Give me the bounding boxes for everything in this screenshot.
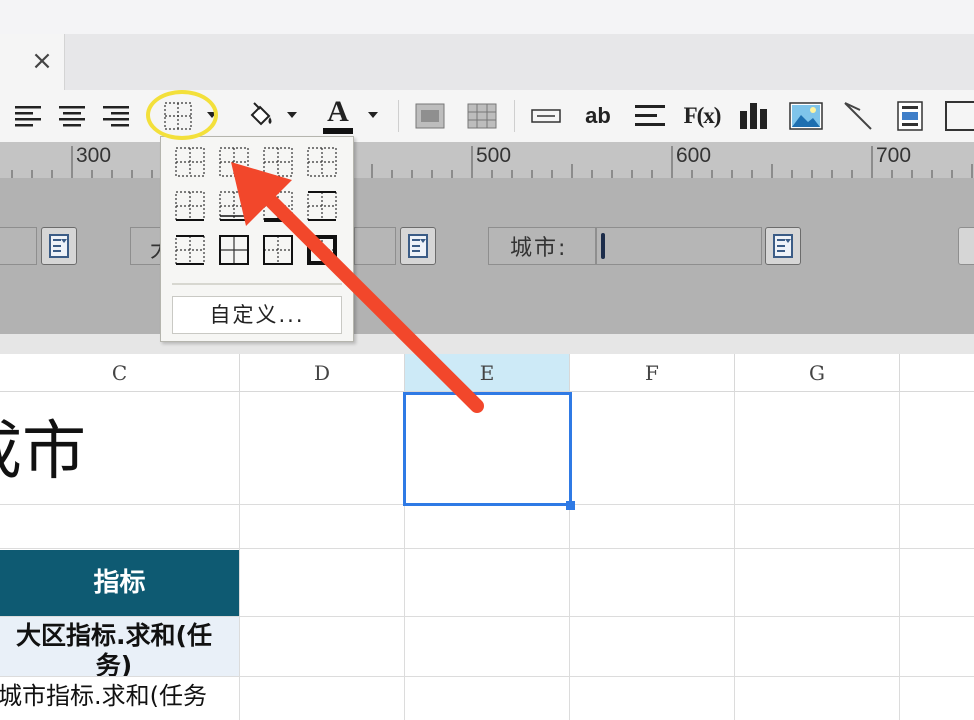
highlight-circle — [146, 90, 218, 140]
align-center-icon[interactable] — [54, 96, 90, 136]
panel-divider — [0, 334, 974, 354]
textbox-icon[interactable] — [528, 96, 564, 136]
cell-city-text: 城市指标.求和(任务 — [0, 682, 207, 710]
text-cursor — [601, 233, 605, 259]
toolbar-divider — [398, 100, 399, 132]
column-header-d[interactable]: D — [240, 354, 405, 392]
unmerge-cells-icon[interactable] — [464, 96, 500, 136]
column-header-h[interactable] — [900, 354, 974, 392]
border-option-icon[interactable] — [306, 234, 338, 266]
border-option-icon[interactable] — [218, 190, 250, 222]
fill-handle[interactable] — [566, 501, 575, 510]
border-option-icon[interactable] — [306, 190, 338, 222]
font-color-glyph: A — [327, 95, 349, 128]
tab-strip — [0, 34, 974, 90]
frame-icon[interactable] — [942, 96, 974, 136]
grid-line — [0, 676, 974, 677]
fill-color-icon[interactable] — [242, 96, 278, 136]
chart-icon[interactable] — [736, 96, 772, 136]
formula-icon[interactable]: F(x) — [682, 96, 722, 136]
grid-line — [899, 392, 900, 720]
slash-icon[interactable] — [840, 96, 876, 136]
query-button[interactable] — [958, 227, 974, 265]
border-option-icon[interactable] — [306, 146, 338, 178]
border-option-icon[interactable] — [218, 146, 250, 178]
grid-line — [734, 392, 735, 720]
border-option-icon[interactable] — [262, 190, 294, 222]
border-option-icon[interactable] — [174, 190, 206, 222]
ruler: 300 500 600 700 — [0, 142, 974, 178]
param-label-city: 城市: — [510, 236, 568, 261]
city-input[interactable] — [596, 227, 762, 265]
merge-cells-icon[interactable] — [412, 96, 448, 136]
align-left-icon[interactable] — [10, 96, 46, 136]
param-field[interactable] — [354, 227, 396, 265]
ruler-label: 300 — [76, 144, 112, 167]
font-color-bar — [323, 128, 353, 134]
align-right-icon[interactable] — [98, 96, 134, 136]
column-header-f[interactable]: F — [570, 354, 735, 392]
report-title-cell[interactable]: 成市 — [0, 412, 86, 492]
subreport-icon[interactable] — [892, 96, 928, 136]
custom-border-button[interactable]: 自定义... — [172, 296, 342, 334]
cell-city-indicator[interactable]: 城市指标.求和(任务 — [0, 678, 239, 720]
param-picker-icon[interactable] — [41, 227, 77, 265]
header-cell-indicator[interactable]: 指标 — [0, 550, 239, 616]
param-field[interactable] — [0, 227, 37, 265]
column-header-e[interactable]: E — [405, 354, 570, 392]
column-header-c[interactable]: C — [0, 354, 240, 392]
cell-region-text: 大区指标.求和(任务) — [16, 621, 212, 676]
cell-region-indicator[interactable]: 大区指标.求和(任务) — [0, 617, 239, 676]
border-option-icon[interactable] — [218, 234, 250, 266]
ruler-label: 700 — [876, 144, 912, 167]
column-header-g[interactable]: G — [735, 354, 900, 392]
ruler-label: 600 — [676, 144, 712, 167]
toolbar-divider — [514, 100, 515, 132]
border-option-icon[interactable] — [174, 146, 206, 178]
title-bar — [0, 0, 974, 34]
close-icon[interactable]: × — [30, 47, 54, 75]
border-option-icon[interactable] — [262, 146, 294, 178]
border-option-icon[interactable] — [262, 234, 294, 266]
menu-separator — [172, 283, 342, 285]
ruler-label: 500 — [476, 144, 512, 167]
selected-cell-e[interactable] — [403, 392, 572, 506]
grid-line — [0, 548, 974, 549]
text-icon[interactable]: ab — [578, 96, 618, 136]
grid-line — [239, 392, 240, 720]
border-option-icon[interactable] — [174, 234, 206, 266]
image-icon[interactable] — [788, 96, 824, 136]
font-color-icon[interactable]: A — [320, 96, 356, 136]
param-picker-icon[interactable] — [765, 227, 801, 265]
font-color-caret[interactable] — [368, 112, 378, 118]
paragraph-icon[interactable] — [632, 96, 668, 136]
fill-color-caret[interactable] — [287, 112, 297, 118]
param-picker-icon[interactable] — [400, 227, 436, 265]
